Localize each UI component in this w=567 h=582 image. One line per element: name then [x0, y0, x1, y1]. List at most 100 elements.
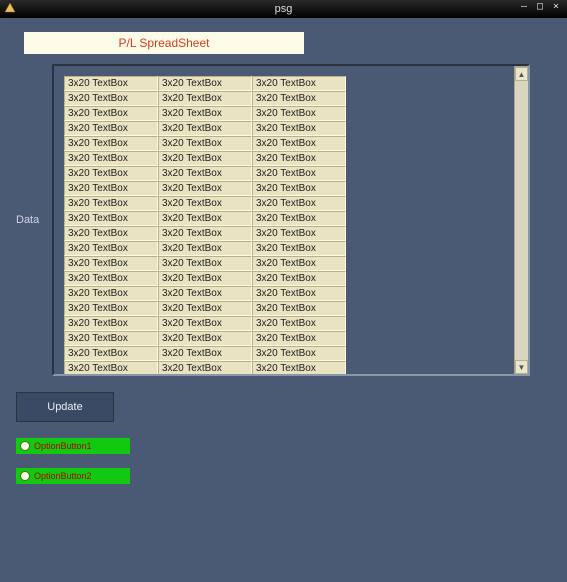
grid-cell[interactable]: 3x20 TextBox	[158, 91, 252, 106]
close-button[interactable]: ×	[549, 1, 563, 12]
grid-cell[interactable]: 3x20 TextBox	[252, 181, 346, 196]
table-row: 3x20 TextBox3x20 TextBox3x20 TextBox	[64, 121, 504, 136]
grid-cell[interactable]: 3x20 TextBox	[252, 301, 346, 316]
grid-cell[interactable]: 3x20 TextBox	[158, 151, 252, 166]
grid-cell[interactable]: 3x20 TextBox	[64, 286, 158, 301]
grid-cell[interactable]: 3x20 TextBox	[252, 346, 346, 361]
update-button[interactable]: Update	[16, 392, 114, 422]
table-row: 3x20 TextBox3x20 TextBox3x20 TextBox	[64, 166, 504, 181]
grid-cell[interactable]: 3x20 TextBox	[158, 271, 252, 286]
grid-cell[interactable]: 3x20 TextBox	[158, 136, 252, 151]
grid-cell[interactable]: 3x20 TextBox	[64, 166, 158, 181]
grid-cell[interactable]: 3x20 TextBox	[158, 196, 252, 211]
table-row: 3x20 TextBox3x20 TextBox3x20 TextBox	[64, 196, 504, 211]
table-row: 3x20 TextBox3x20 TextBox3x20 TextBox	[64, 226, 504, 241]
grid-cell[interactable]: 3x20 TextBox	[252, 316, 346, 331]
grid-cell[interactable]: 3x20 TextBox	[252, 76, 346, 91]
grid-cell[interactable]: 3x20 TextBox	[158, 316, 252, 331]
grid-cell[interactable]: 3x20 TextBox	[64, 346, 158, 361]
grid-cell[interactable]: 3x20 TextBox	[252, 136, 346, 151]
grid-rows: 3x20 TextBox3x20 TextBox3x20 TextBox3x20…	[64, 76, 504, 374]
maximize-button[interactable]: □	[533, 1, 547, 12]
grid-cell[interactable]: 3x20 TextBox	[64, 211, 158, 226]
grid-cell[interactable]: 3x20 TextBox	[252, 331, 346, 346]
grid-cell[interactable]: 3x20 TextBox	[158, 241, 252, 256]
table-row: 3x20 TextBox3x20 TextBox3x20 TextBox	[64, 316, 504, 331]
grid-cell[interactable]: 3x20 TextBox	[158, 211, 252, 226]
grid-cell[interactable]: 3x20 TextBox	[64, 301, 158, 316]
grid-cell[interactable]: 3x20 TextBox	[64, 316, 158, 331]
table-row: 3x20 TextBox3x20 TextBox3x20 TextBox	[64, 136, 504, 151]
grid-cell[interactable]: 3x20 TextBox	[64, 121, 158, 136]
grid-cell[interactable]: 3x20 TextBox	[158, 361, 252, 374]
grid-cell[interactable]: 3x20 TextBox	[64, 106, 158, 121]
grid-cell[interactable]: 3x20 TextBox	[252, 106, 346, 121]
table-row: 3x20 TextBox3x20 TextBox3x20 TextBox	[64, 151, 504, 166]
window-body: P/L SpreadSheet Data 3x20 TextBox3x20 Te…	[0, 32, 567, 514]
grid-cell[interactable]: 3x20 TextBox	[64, 256, 158, 271]
table-row: 3x20 TextBox3x20 TextBox3x20 TextBox	[64, 286, 504, 301]
grid-cell[interactable]: 3x20 TextBox	[64, 331, 158, 346]
grid-cell[interactable]: 3x20 TextBox	[158, 301, 252, 316]
grid-cell[interactable]: 3x20 TextBox	[158, 181, 252, 196]
table-row: 3x20 TextBox3x20 TextBox3x20 TextBox	[64, 346, 504, 361]
app-icon	[3, 2, 17, 16]
grid-cell[interactable]: 3x20 TextBox	[158, 226, 252, 241]
window-controls: – □ ×	[517, 1, 563, 12]
grid-cell[interactable]: 3x20 TextBox	[252, 241, 346, 256]
option-button-1-label: OptionButton1	[34, 441, 92, 451]
grid-cell[interactable]: 3x20 TextBox	[252, 361, 346, 374]
grid-cell[interactable]: 3x20 TextBox	[64, 361, 158, 374]
table-row: 3x20 TextBox3x20 TextBox3x20 TextBox	[64, 256, 504, 271]
option-button-2-label: OptionButton2	[34, 471, 92, 481]
grid-cell[interactable]: 3x20 TextBox	[64, 196, 158, 211]
grid-cell[interactable]: 3x20 TextBox	[158, 121, 252, 136]
grid-cell[interactable]: 3x20 TextBox	[64, 91, 158, 106]
heading-text: P/L SpreadSheet	[119, 36, 210, 50]
scroll-up-arrow-icon[interactable]: ▲	[515, 67, 528, 81]
grid-cell[interactable]: 3x20 TextBox	[252, 166, 346, 181]
grid-cell[interactable]: 3x20 TextBox	[64, 241, 158, 256]
grid-cell[interactable]: 3x20 TextBox	[252, 226, 346, 241]
update-button-label: Update	[47, 401, 82, 413]
table-row: 3x20 TextBox3x20 TextBox3x20 TextBox	[64, 106, 504, 121]
grid-cell[interactable]: 3x20 TextBox	[158, 331, 252, 346]
grid-cell[interactable]: 3x20 TextBox	[158, 76, 252, 91]
grid-cell[interactable]: 3x20 TextBox	[252, 286, 346, 301]
grid-cell[interactable]: 3x20 TextBox	[158, 106, 252, 121]
grid-cell[interactable]: 3x20 TextBox	[252, 256, 346, 271]
table-row: 3x20 TextBox3x20 TextBox3x20 TextBox	[64, 181, 504, 196]
radio-dot-icon	[20, 471, 30, 481]
grid-cell[interactable]: 3x20 TextBox	[64, 151, 158, 166]
radio-group: OptionButton1 OptionButton2	[16, 438, 551, 484]
grid-cell[interactable]: 3x20 TextBox	[252, 211, 346, 226]
scroll-down-arrow-icon[interactable]: ▼	[515, 360, 528, 374]
grid-cell[interactable]: 3x20 TextBox	[252, 151, 346, 166]
option-button-2[interactable]: OptionButton2	[16, 468, 130, 484]
grid-cell[interactable]: 3x20 TextBox	[252, 271, 346, 286]
grid-cell[interactable]: 3x20 TextBox	[158, 346, 252, 361]
grid-cell[interactable]: 3x20 TextBox	[158, 166, 252, 181]
grid-cell[interactable]: 3x20 TextBox	[158, 286, 252, 301]
table-row: 3x20 TextBox3x20 TextBox3x20 TextBox	[64, 91, 504, 106]
grid-cell[interactable]: 3x20 TextBox	[64, 271, 158, 286]
vertical-scrollbar[interactable]: ▲ ▼	[514, 66, 528, 374]
grid-cell[interactable]: 3x20 TextBox	[64, 76, 158, 91]
titlebar: psg – □ ×	[0, 0, 567, 18]
grid-cell[interactable]: 3x20 TextBox	[252, 121, 346, 136]
grid-cell[interactable]: 3x20 TextBox	[64, 181, 158, 196]
radio-dot-icon	[20, 441, 30, 451]
option-button-1[interactable]: OptionButton1	[16, 438, 130, 454]
data-section: Data 3x20 TextBox3x20 TextBox3x20 TextBo…	[16, 64, 551, 376]
grid-cell[interactable]: 3x20 TextBox	[64, 136, 158, 151]
heading-input[interactable]: P/L SpreadSheet	[24, 32, 304, 54]
grid-cell[interactable]: 3x20 TextBox	[252, 196, 346, 211]
grid-cell[interactable]: 3x20 TextBox	[252, 91, 346, 106]
grid-cell[interactable]: 3x20 TextBox	[158, 256, 252, 271]
minimize-button[interactable]: –	[517, 1, 531, 12]
grid-cell[interactable]: 3x20 TextBox	[64, 226, 158, 241]
table-row: 3x20 TextBox3x20 TextBox3x20 TextBox	[64, 241, 504, 256]
table-row: 3x20 TextBox3x20 TextBox3x20 TextBox	[64, 271, 504, 286]
table-row: 3x20 TextBox3x20 TextBox3x20 TextBox	[64, 76, 504, 91]
table-row: 3x20 TextBox3x20 TextBox3x20 TextBox	[64, 361, 504, 374]
